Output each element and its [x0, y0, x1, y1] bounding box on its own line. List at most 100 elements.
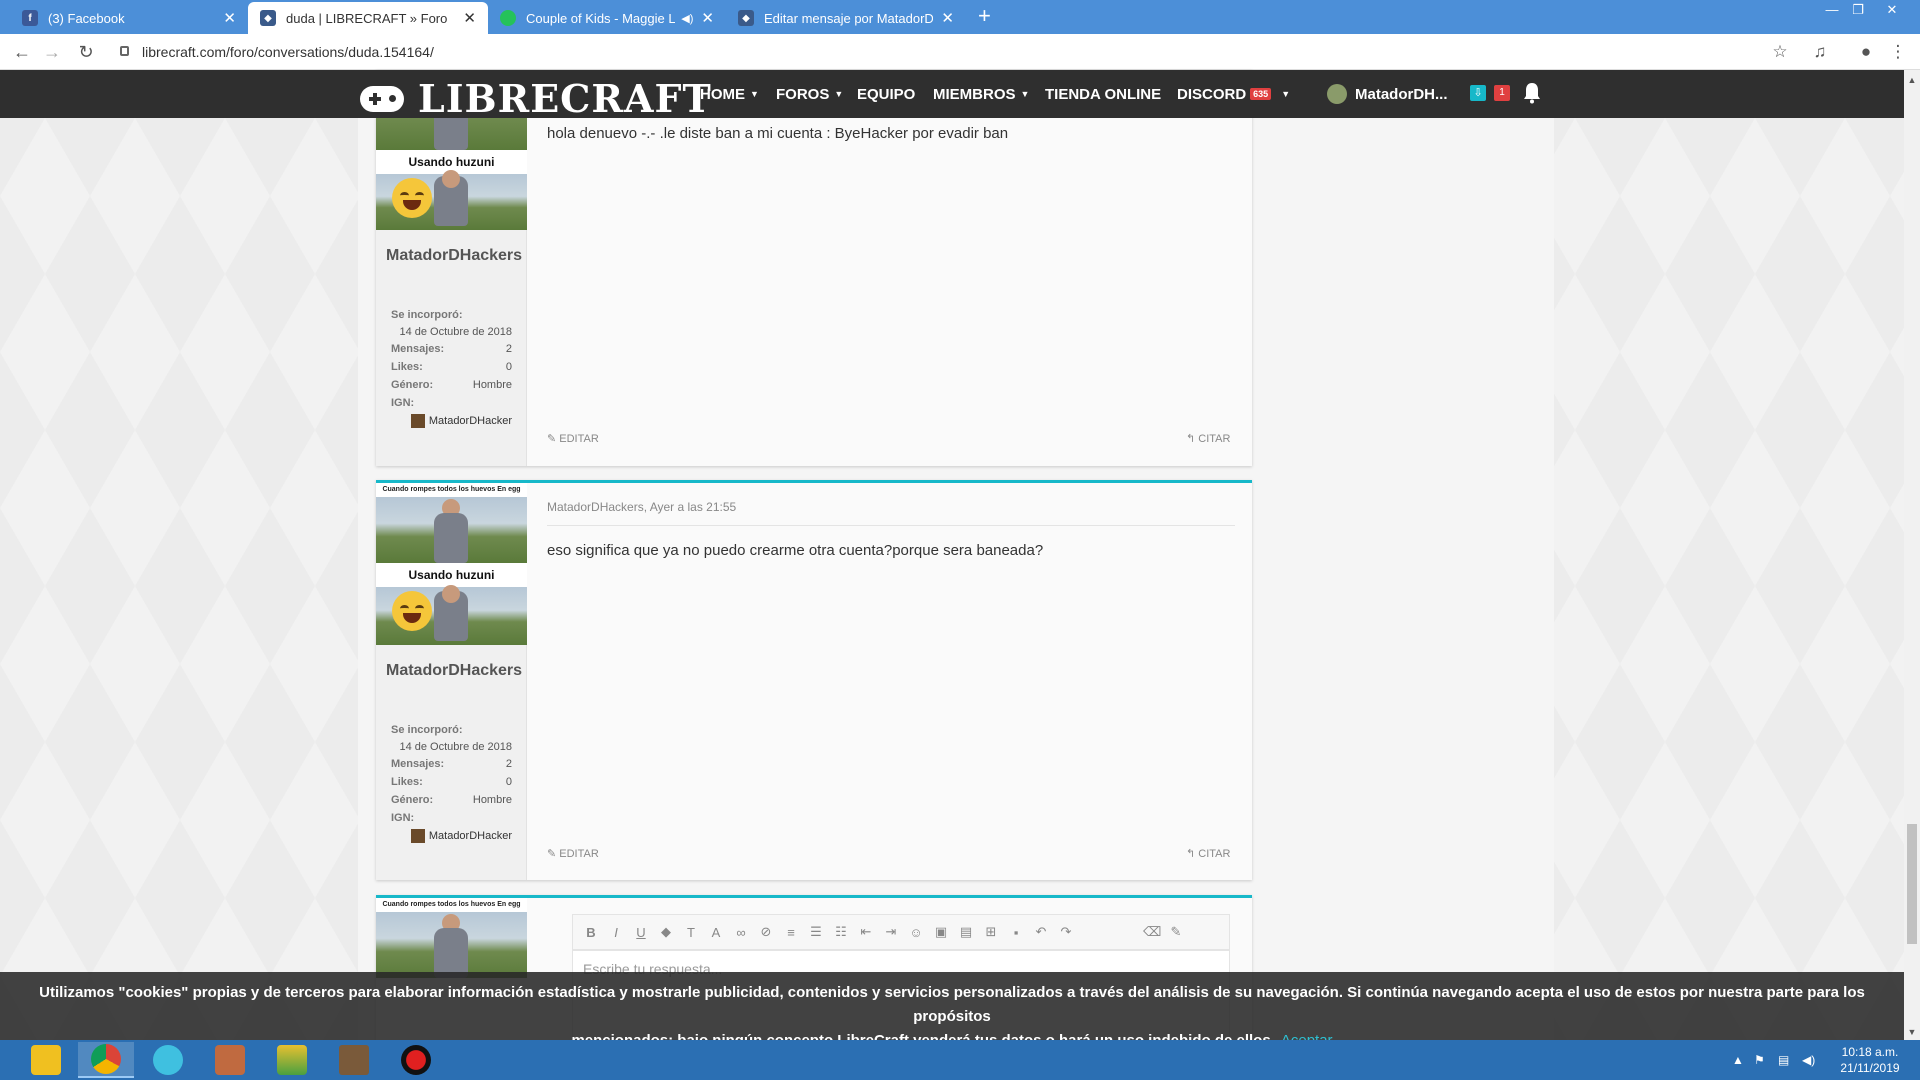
tray-expand-icon[interactable]: ▲: [1732, 1040, 1744, 1080]
flag-icon[interactable]: ⚑: [1754, 1040, 1765, 1080]
nav-discord[interactable]: DISCORD 635 ▼: [1177, 70, 1290, 118]
nav-equipo-label: EQUIPO: [857, 85, 916, 103]
gender-label: Género:: [391, 794, 434, 806]
site-navbar: LIBRECRAFT HOME ▼ FOROS ▼ EQUIPO MIEMBROS ▼…: [0, 70, 1904, 121]
avatar[interactable]: Cuando rompes todos los huevos En egg wa…: [376, 483, 527, 645]
taskbar-chrome[interactable]: [78, 1042, 134, 1078]
nav-equipo[interactable]: EQUIPO: [857, 70, 915, 118]
chevron-down-icon: ▼: [1281, 89, 1291, 99]
post-meta[interactable]: MatadorDHackers, Ayer a las 21:55: [547, 500, 736, 514]
chevron-down-icon: ▼: [1020, 89, 1030, 99]
italic-icon[interactable]: I: [608, 925, 624, 940]
taskbar-app-avatar[interactable]: [202, 1042, 258, 1078]
site-logo[interactable]: LIBRECRAFT: [360, 76, 712, 121]
media-icon[interactable]: ♫: [1808, 40, 1832, 64]
close-icon[interactable]: ✕: [223, 9, 236, 27]
tab-editar[interactable]: ◆ Editar mensaje por MatadorDHa ✕: [726, 2, 966, 34]
align-icon[interactable]: ≡: [783, 925, 799, 940]
nav-tienda[interactable]: TIENDA ONLINE: [1045, 70, 1161, 118]
record-icon: [401, 1045, 431, 1075]
post-message: eso significa que ya no puedo crearme ot…: [547, 542, 1044, 559]
bookmark-star-icon[interactable]: ☆: [1768, 40, 1792, 64]
close-icon[interactable]: ✕: [701, 9, 714, 27]
save-draft-icon[interactable]: ▪: [1008, 925, 1024, 940]
insert-icon[interactable]: ⊞: [983, 924, 999, 940]
inbox-icon[interactable]: ⇩: [1470, 85, 1486, 101]
undo-icon[interactable]: ↶: [1033, 924, 1049, 940]
bold-icon[interactable]: B: [583, 925, 599, 940]
color-icon[interactable]: ◆: [658, 924, 674, 940]
avatar-caption: Usando huzuni: [376, 563, 527, 587]
edit-label: EDITAR: [559, 433, 599, 445]
network-icon[interactable]: ▤: [1778, 1040, 1789, 1080]
likes-count: 0: [505, 361, 512, 373]
edit-button[interactable]: ✎ EDITAR: [547, 847, 599, 860]
clock-date: 21/11/2019: [1840, 1061, 1900, 1075]
font-icon[interactable]: A: [708, 925, 724, 940]
number-list-icon[interactable]: ☷: [833, 924, 849, 940]
outdent-icon[interactable]: ⇤: [858, 924, 874, 940]
image-icon[interactable]: ▣: [933, 924, 949, 940]
ign-value: MatadorDHacker: [391, 829, 512, 843]
reload-icon[interactable]: ↻: [74, 40, 98, 64]
taskbar-recorder[interactable]: [388, 1042, 444, 1078]
post-user-info: Usando huzuni MatadorDHackers Se incorpo…: [376, 70, 527, 466]
scrollbar-thumb[interactable]: [1907, 824, 1917, 944]
messages-label: Mensajes:: [391, 343, 445, 355]
link-icon[interactable]: ∞: [733, 925, 749, 940]
quote-button[interactable]: ↰ CITAR: [1186, 432, 1230, 445]
nav-home-label: HOME: [700, 85, 745, 103]
lock-icon: [120, 46, 129, 56]
address-bar[interactable]: librecraft.com/foro/conversations/duda.1…: [108, 38, 1808, 66]
laughing-emoji-icon: [392, 178, 432, 218]
volume-icon[interactable]: ◀): [1802, 1040, 1815, 1080]
user-menu[interactable]: MatadorDH...: [1327, 70, 1448, 118]
close-window-icon[interactable]: ✕: [1872, 0, 1912, 22]
new-tab-button[interactable]: +: [978, 3, 991, 29]
tab-music[interactable]: Couple of Kids - Maggie Lind ◀) ✕: [488, 2, 726, 34]
bell-icon[interactable]: [1523, 82, 1541, 104]
close-icon[interactable]: ✕: [941, 9, 954, 27]
eraser-icon[interactable]: ⌫: [1143, 924, 1161, 940]
nav-foros[interactable]: FOROS ▼: [776, 70, 843, 118]
post-username[interactable]: MatadorDHackers: [386, 246, 522, 266]
underline-icon[interactable]: U: [633, 925, 649, 940]
quote-button[interactable]: ↰ CITAR: [1186, 847, 1230, 860]
forward-icon[interactable]: →: [40, 40, 64, 64]
back-icon[interactable]: ←: [10, 40, 34, 64]
ign-label: IGN:: [391, 397, 415, 409]
edit-button[interactable]: ✎ EDITAR: [547, 432, 599, 445]
avatar-head: [442, 585, 460, 603]
font-size-icon[interactable]: T: [683, 925, 699, 940]
taskbar-app-launcher[interactable]: [18, 1042, 74, 1078]
unlink-icon[interactable]: ⊘: [758, 924, 774, 940]
profile-icon[interactable]: ●: [1854, 40, 1878, 64]
post-username[interactable]: MatadorDHackers: [386, 661, 522, 681]
media-embed-icon[interactable]: ▤: [958, 924, 974, 940]
nav-home[interactable]: HOME ▼: [700, 70, 759, 118]
tab-facebook[interactable]: f (3) Facebook ✕: [10, 2, 248, 34]
taskbar-clock[interactable]: 10:18 a.m. 21/11/2019: [1830, 1044, 1910, 1076]
messages-count: 2: [505, 343, 512, 355]
wrench-icon[interactable]: ✎: [1168, 924, 1184, 940]
nav-miembros[interactable]: MIEMBROS ▼: [933, 70, 1029, 118]
taskbar-app-layers[interactable]: [264, 1042, 320, 1078]
indent-icon[interactable]: ⇥: [883, 924, 899, 940]
scroll-up-icon[interactable]: ▲: [1904, 72, 1920, 88]
user-stats: Se incorporó: 14 de Octubre de 2018 Mens…: [391, 721, 512, 843]
speaker-icon[interactable]: ◀): [681, 12, 693, 25]
browser-tab-bar: f (3) Facebook ✕ ◆ duda | LIBRECRAFT » F…: [0, 0, 1920, 34]
taskbar-app-clock[interactable]: [140, 1042, 196, 1078]
smiley-icon[interactable]: ☺: [908, 925, 924, 940]
post-divider: [547, 525, 1235, 526]
close-icon[interactable]: ✕: [463, 9, 476, 27]
alerts-badge[interactable]: 1: [1494, 85, 1510, 101]
bullet-list-icon[interactable]: ☰: [808, 924, 824, 940]
tab-librecraft[interactable]: ◆ duda | LIBRECRAFT » Foro ✕: [248, 2, 488, 34]
user-avatar: [1327, 84, 1347, 104]
menu-dots-icon[interactable]: ⋮: [1886, 40, 1910, 64]
taskbar-minecraft[interactable]: [326, 1042, 382, 1078]
redo-icon[interactable]: ↷: [1058, 924, 1074, 940]
scroll-down-icon[interactable]: ▼: [1904, 1024, 1920, 1040]
layers-app-icon: [277, 1045, 307, 1075]
